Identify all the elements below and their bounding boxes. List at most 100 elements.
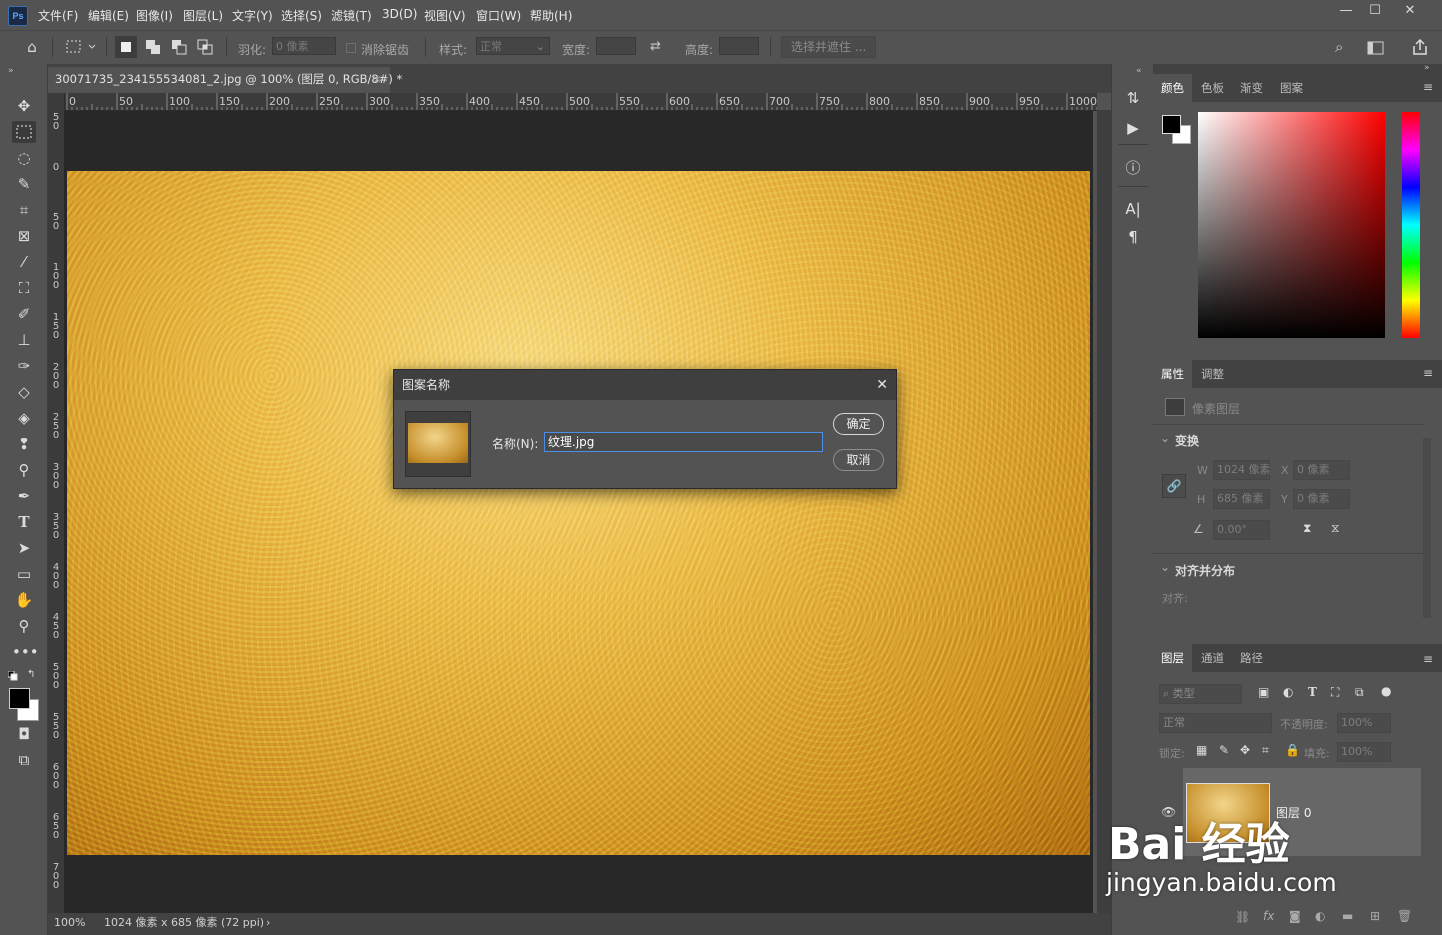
- close-window-button[interactable]: ✕: [1393, 0, 1427, 22]
- type-tool-icon[interactable]: T: [12, 511, 36, 533]
- add-mask-icon[interactable]: ◙: [1289, 909, 1301, 923]
- screen-mode-icon[interactable]: ⧉: [12, 749, 36, 771]
- delete-layer-icon[interactable]: 🗑: [1397, 909, 1412, 923]
- character-icon[interactable]: A|: [1123, 199, 1143, 219]
- style-select[interactable]: 正常 ⌄: [476, 37, 550, 55]
- ok-button[interactable]: 确定: [833, 413, 884, 435]
- lock-all-icon[interactable]: 🔒: [1285, 743, 1300, 757]
- eyedropper-tool-icon[interactable]: ⁄: [12, 251, 36, 273]
- saturation-brightness-field[interactable]: [1198, 112, 1385, 338]
- quick-select-tool-icon[interactable]: ✎: [12, 173, 36, 195]
- more-tools-icon[interactable]: •••: [12, 641, 39, 663]
- new-selection-button[interactable]: [115, 36, 137, 58]
- chevron-down-icon[interactable]: ⌄: [1160, 431, 1170, 445]
- intersect-selection-button[interactable]: [194, 36, 216, 58]
- tab-properties[interactable]: 属性: [1153, 360, 1192, 388]
- link-icon[interactable]: 🔗: [1162, 474, 1186, 498]
- menu-layer[interactable]: 图层(L): [183, 7, 223, 24]
- transform-title[interactable]: 变换: [1175, 432, 1199, 449]
- close-tab-icon[interactable]: ×: [372, 67, 382, 91]
- swap-colors-icon[interactable]: ↰: [27, 669, 35, 680]
- tab-gradients[interactable]: 渐变: [1232, 74, 1271, 102]
- width-field[interactable]: 1024 像素: [1213, 460, 1271, 480]
- new-layer-icon[interactable]: ⊞: [1370, 909, 1380, 923]
- feather-input[interactable]: 0 像素: [272, 37, 336, 55]
- lock-pixels-icon[interactable]: ✎: [1219, 743, 1229, 757]
- lock-position-icon[interactable]: ✥: [1240, 743, 1250, 757]
- menu-view[interactable]: 视图(V): [424, 7, 466, 24]
- width-input[interactable]: [596, 37, 636, 55]
- pen-tool-icon[interactable]: ✒: [12, 485, 36, 507]
- chevron-down-icon[interactable]: ⌄: [1160, 560, 1170, 574]
- workspace-icon[interactable]: [1366, 38, 1386, 58]
- document-tab[interactable]: 30071735_234155534081_2.jpg @ 100% (图层 0…: [48, 67, 402, 93]
- menu-edit[interactable]: 编辑(E): [88, 7, 129, 24]
- paragraph-icon[interactable]: ¶: [1123, 227, 1143, 247]
- actions-play-icon[interactable]: ▶: [1123, 118, 1143, 138]
- dodge-tool-icon[interactable]: ⚲: [12, 459, 36, 481]
- filter-toggle-icon[interactable]: ●: [1381, 684, 1391, 698]
- panel-menu-icon[interactable]: ≡: [1423, 80, 1433, 94]
- properties-scrollbar[interactable]: [1423, 438, 1431, 618]
- lock-artboard-icon[interactable]: ⌗: [1262, 743, 1269, 758]
- gold-texture-image[interactable]: [67, 171, 1090, 855]
- layer-filter-select[interactable]: ⌕ 类型: [1159, 684, 1242, 704]
- eraser-tool-icon[interactable]: ◇: [12, 381, 36, 403]
- filter-smart-object-icon[interactable]: ⧉: [1355, 685, 1364, 700]
- tab-color[interactable]: 颜色: [1153, 74, 1192, 102]
- search-icon[interactable]: ⌕: [1335, 38, 1355, 58]
- restore-button[interactable]: ☐: [1358, 0, 1392, 22]
- add-selection-button[interactable]: [142, 36, 164, 58]
- patch-tool-icon[interactable]: ⛶: [12, 277, 36, 299]
- frame-tool-icon[interactable]: ⊠: [12, 225, 36, 247]
- menu-3d[interactable]: 3D(D): [382, 7, 417, 21]
- align-distribute-title[interactable]: 对齐并分布: [1175, 562, 1235, 579]
- zoom-tool-icon[interactable]: ⚲: [12, 615, 36, 637]
- menu-help[interactable]: 帮助(H): [530, 7, 572, 24]
- opacity-field[interactable]: 100%: [1337, 713, 1391, 733]
- tab-patterns[interactable]: 图案: [1272, 74, 1311, 102]
- fx-icon[interactable]: fx: [1263, 909, 1274, 923]
- panel-menu-icon[interactable]: ≡: [1423, 366, 1433, 380]
- panel-menu-icon[interactable]: ≡: [1423, 652, 1433, 666]
- blend-mode-select[interactable]: 正常: [1159, 713, 1272, 733]
- hue-slider[interactable]: [1402, 112, 1420, 338]
- share-icon[interactable]: [1410, 37, 1430, 57]
- menu-type[interactable]: 文字(Y): [232, 7, 273, 24]
- x-field[interactable]: 0 像素: [1293, 460, 1350, 480]
- menu-filter[interactable]: 滤镜(T): [331, 7, 372, 24]
- link-layers-icon[interactable]: ⛓: [1235, 910, 1250, 924]
- home-icon[interactable]: ⌂: [22, 38, 42, 56]
- y-field[interactable]: 0 像素: [1293, 489, 1350, 509]
- menu-image[interactable]: 图像(I): [136, 7, 173, 24]
- quick-mask-icon[interactable]: ◘: [12, 723, 36, 745]
- pattern-name-input[interactable]: 纹理.jpg: [544, 432, 823, 452]
- angle-field[interactable]: 0.00°: [1213, 520, 1270, 540]
- marquee-preset-picker[interactable]: [64, 38, 98, 56]
- path-select-tool-icon[interactable]: ➤: [12, 537, 36, 559]
- lock-transparent-icon[interactable]: ▦: [1196, 743, 1207, 757]
- lasso-tool-icon[interactable]: ◌: [12, 147, 36, 169]
- tab-layers[interactable]: 图层: [1153, 644, 1192, 672]
- menu-file[interactable]: 文件(F): [38, 7, 78, 24]
- vertical-scrollbar[interactable]: [1097, 110, 1111, 913]
- new-adjustment-icon[interactable]: ◐: [1315, 909, 1325, 923]
- tab-channels[interactable]: 通道: [1193, 644, 1232, 672]
- subtract-selection-button[interactable]: [168, 36, 190, 58]
- height-field[interactable]: 685 像素: [1213, 489, 1270, 509]
- info-icon[interactable]: ⓘ: [1123, 158, 1143, 178]
- flip-horizontal-icon[interactable]: ⧗: [1303, 521, 1311, 536]
- height-input[interactable]: [719, 37, 759, 55]
- marquee-tool-icon[interactable]: [12, 121, 36, 143]
- menu-window[interactable]: 窗口(W): [476, 7, 521, 24]
- color-foreground-swatch[interactable]: [1162, 115, 1181, 134]
- filter-shape-icon[interactable]: ⛶: [1331, 685, 1339, 700]
- new-group-icon[interactable]: ▬: [1342, 909, 1353, 923]
- gradient-tool-icon[interactable]: ◈: [12, 407, 36, 429]
- zoom-level[interactable]: 100%: [54, 913, 85, 933]
- fill-field[interactable]: 100%: [1337, 742, 1391, 762]
- antialias-checkbox[interactable]: [346, 43, 356, 53]
- history-brush-tool-icon[interactable]: ✑: [12, 355, 36, 377]
- swap-icon[interactable]: ⇄: [650, 39, 661, 54]
- foreground-color-swatch[interactable]: [9, 688, 30, 709]
